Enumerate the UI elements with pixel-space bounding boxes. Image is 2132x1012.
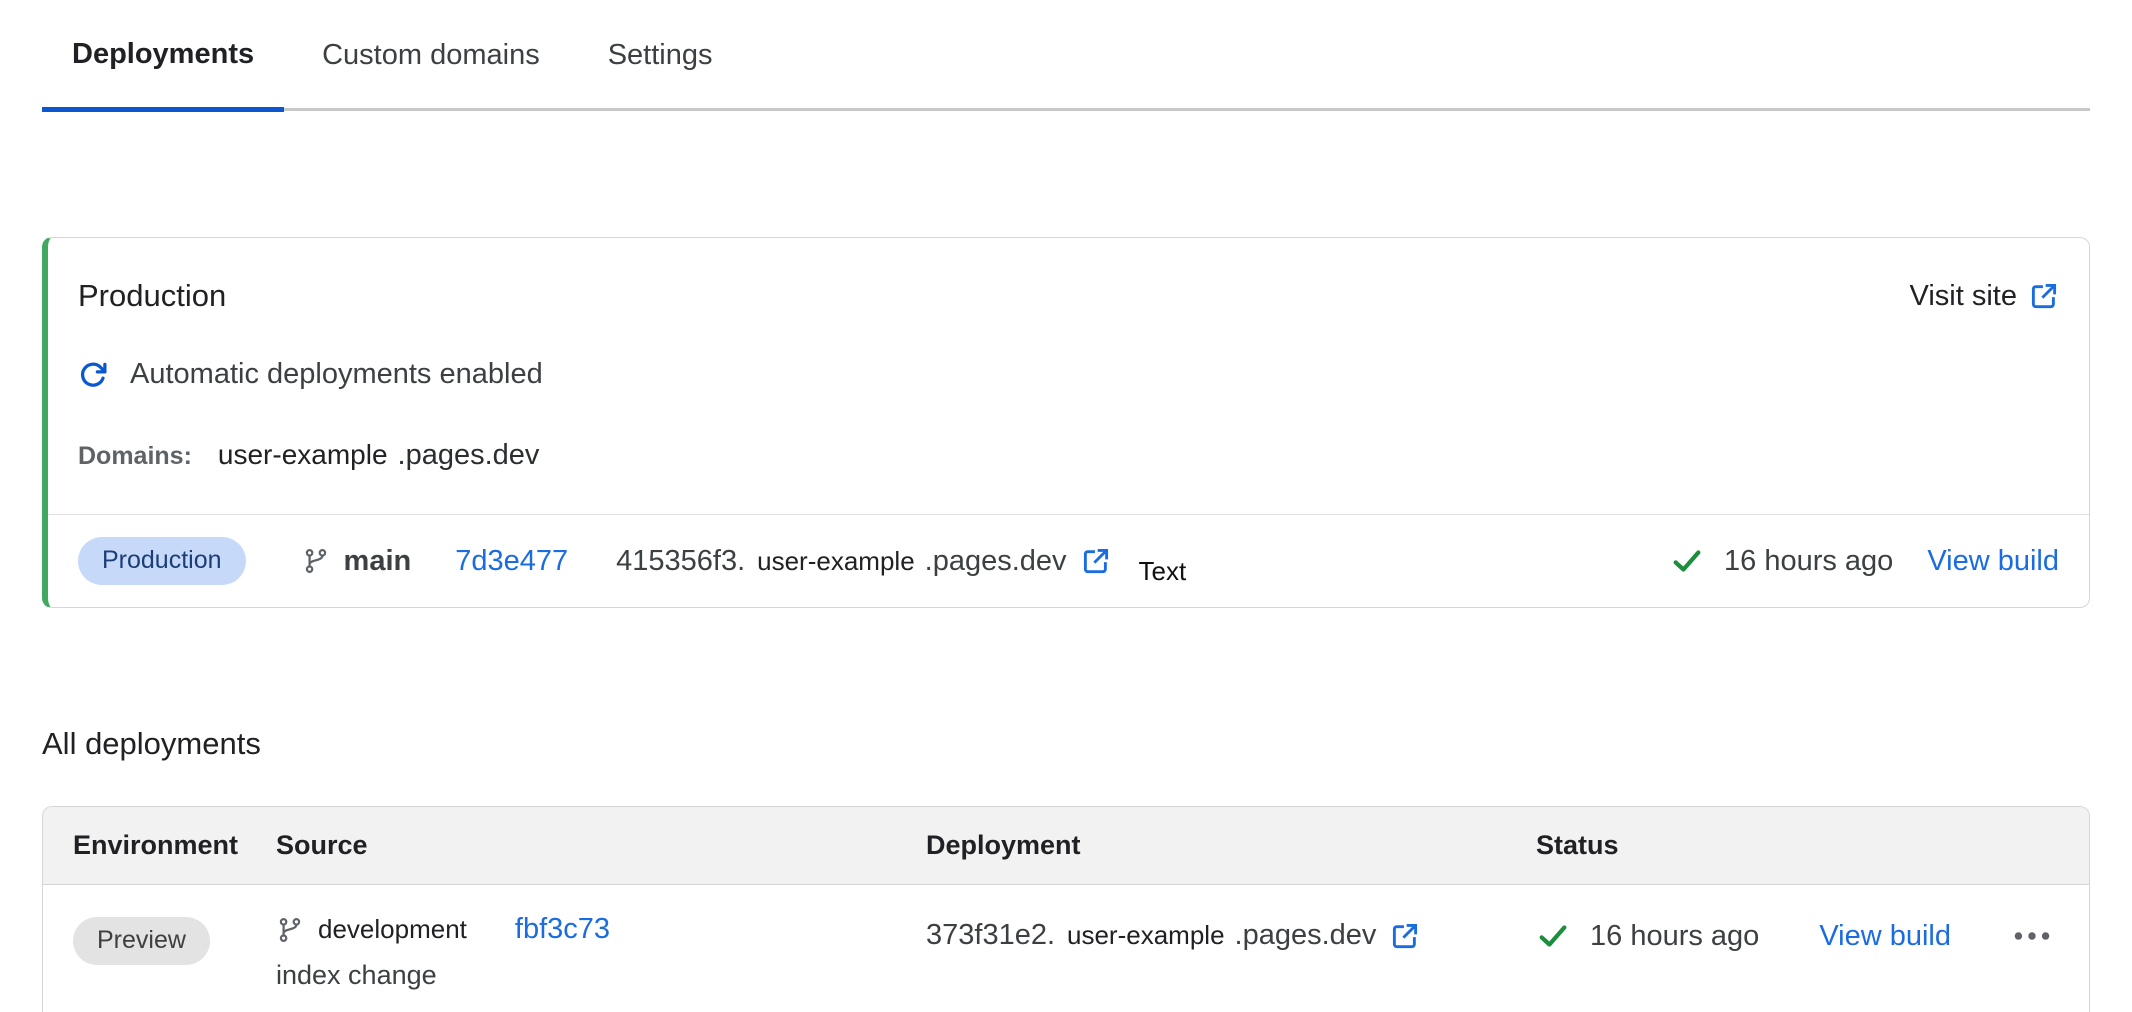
git-branch-icon: [276, 916, 304, 944]
domain-name: user-example: [218, 439, 388, 471]
note-text: Text: [1139, 556, 1187, 587]
production-card-title: Production: [78, 278, 226, 314]
view-build-link[interactable]: View build: [1819, 920, 1951, 953]
deployment-time: 16 hours ago: [1590, 920, 1759, 953]
deployment-time: 16 hours ago: [1724, 545, 1893, 578]
column-header-source: Source: [276, 830, 926, 861]
column-header-deployment: Deployment: [926, 830, 1536, 861]
visit-site-link[interactable]: Visit site: [1910, 280, 2059, 313]
commit-link[interactable]: 7d3e477: [455, 545, 568, 578]
commit-message: index change: [276, 960, 926, 991]
environment-badge: Production: [78, 537, 246, 585]
tab-custom-domains[interactable]: Custom domains: [292, 31, 570, 108]
column-header-status: Status: [1536, 830, 2059, 861]
tab-settings[interactable]: Settings: [578, 31, 743, 108]
commit-link[interactable]: fbf3c73: [515, 913, 610, 946]
tab-deployments[interactable]: Deployments: [42, 30, 284, 112]
external-link-icon[interactable]: [1081, 546, 1111, 576]
column-header-environment: Environment: [73, 830, 276, 861]
check-icon: [1536, 919, 1570, 953]
deployment-url-hash: 373f31e2.: [926, 919, 1055, 952]
deployment-url-hash: 415356f3.: [616, 545, 745, 578]
domains-label: Domains:: [78, 442, 192, 471]
deployment-url: 415356f3. user-example .pages.dev: [616, 545, 1110, 578]
view-build-link[interactable]: View build: [1927, 545, 2059, 578]
deployment-url-name: user-example: [757, 546, 915, 577]
tab-bar: Deployments Custom domains Settings: [42, 0, 2090, 111]
branch-name: main: [344, 545, 412, 578]
deployments-table: Environment Source Deployment Status Pre…: [42, 806, 2090, 1012]
refresh-icon: [78, 360, 108, 390]
branch-name: development: [318, 914, 467, 945]
deployment-url: 373f31e2. user-example .pages.dev: [926, 919, 1536, 952]
git-branch-icon: [302, 547, 330, 575]
external-link-icon[interactable]: [1390, 921, 1420, 951]
all-deployments-heading: All deployments: [42, 726, 2132, 762]
visit-site-label: Visit site: [1910, 280, 2017, 313]
production-deployment-row: Production main 7d3e477 415356f3. user-e…: [48, 514, 2089, 607]
domain-suffix: .pages.dev: [398, 439, 540, 472]
deployment-url-suffix: .pages.dev: [925, 545, 1067, 578]
external-link-icon: [2029, 281, 2059, 311]
table-row: Preview development fbf3c73 index change: [43, 885, 2089, 1012]
auto-deployments-text: Automatic deployments enabled: [130, 358, 543, 391]
table-header-row: Environment Source Deployment Status: [43, 807, 2089, 885]
deployment-url-suffix: .pages.dev: [1235, 919, 1377, 952]
row-menu-kebab-icon[interactable]: [2011, 921, 2053, 951]
environment-badge: Preview: [73, 917, 210, 965]
deployment-status: 16 hours ago: [1536, 919, 1759, 953]
production-card: Production Visit site Automa: [42, 237, 2090, 608]
deployment-status: 16 hours ago: [1670, 544, 1893, 578]
check-icon: [1670, 544, 1704, 578]
deployment-url-name: user-example: [1067, 920, 1225, 951]
